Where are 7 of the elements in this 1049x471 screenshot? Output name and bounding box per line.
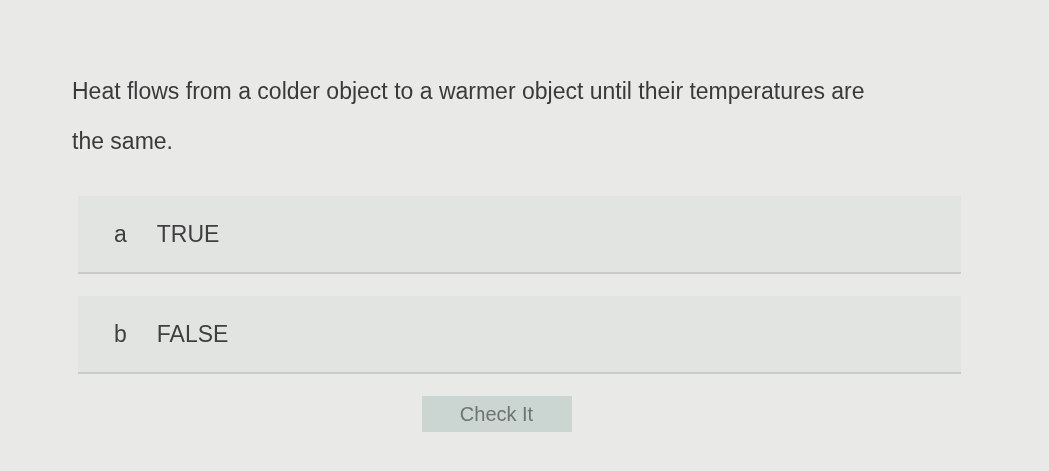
- option-label: FALSE: [156, 320, 229, 348]
- answer-option[interactable]: a TRUE: [78, 196, 961, 274]
- option-letter: b: [114, 320, 127, 348]
- option-label: TRUE: [156, 220, 220, 248]
- question-text: Heat flows from a colder object to a warmer object until their temperatures are the same.: [72, 77, 866, 156]
- answer-option[interactable]: b FALSE: [78, 296, 961, 374]
- option-letter: a: [114, 220, 127, 248]
